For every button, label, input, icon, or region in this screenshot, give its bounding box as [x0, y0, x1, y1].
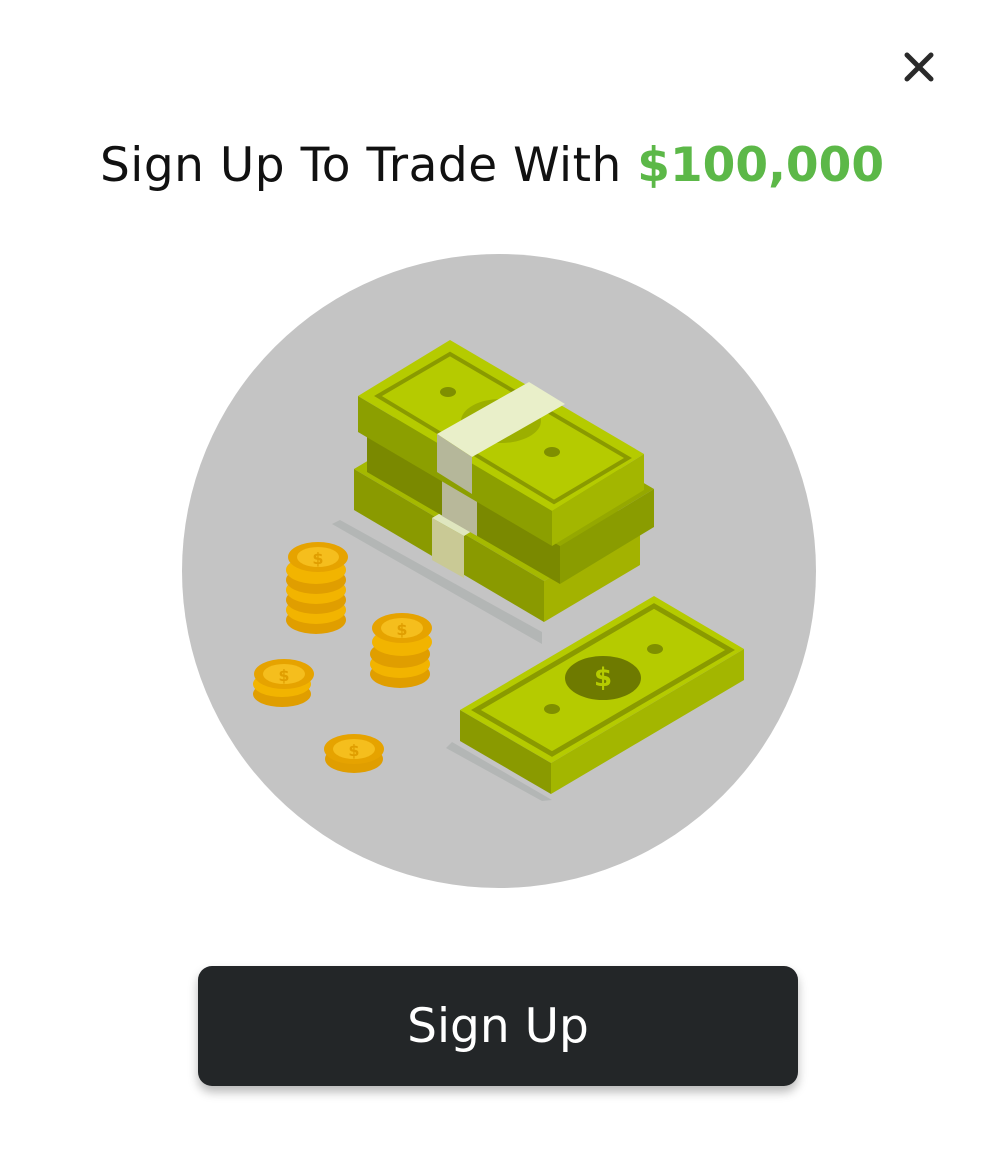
- money-illustration: $ $ $ $ $: [182, 254, 816, 888]
- close-button[interactable]: [896, 44, 942, 90]
- svg-text:$: $: [348, 741, 359, 760]
- modal-title: Sign Up To Trade With $100,000: [0, 138, 984, 193]
- coin-single: $: [324, 734, 384, 773]
- svg-text:$: $: [594, 663, 612, 693]
- svg-text:$: $: [278, 666, 289, 685]
- close-icon: [904, 52, 934, 82]
- title-text: Sign Up To Trade With: [99, 138, 638, 193]
- svg-text:$: $: [312, 549, 323, 568]
- coin-stack-medium: $: [370, 613, 432, 688]
- coin-stack-tall: $: [286, 542, 348, 634]
- coin-stack-small: $: [253, 659, 314, 707]
- title-amount: $100,000: [637, 138, 885, 193]
- svg-text:$: $: [396, 620, 407, 639]
- sign-up-button[interactable]: Sign Up: [198, 966, 798, 1086]
- signup-modal: Sign Up To Trade With $100,000 $ $ $ $ $…: [0, 0, 984, 1167]
